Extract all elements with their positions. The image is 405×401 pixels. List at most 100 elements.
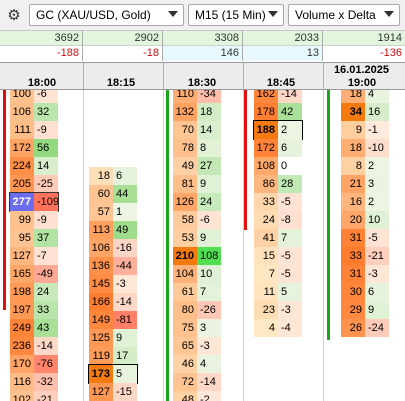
- footprint-row[interactable]: 172 6: [254, 139, 302, 157]
- footprint-row[interactable]: 18 6: [89, 167, 137, 185]
- footprint-row[interactable]: 15 -5: [254, 247, 302, 265]
- footprint-row[interactable]: 75 3: [173, 319, 221, 337]
- footprint-row[interactable]: 236 -14: [10, 337, 58, 355]
- footprint-row[interactable]: 106 32: [10, 103, 58, 121]
- footprint-row[interactable]: 31 -3: [341, 265, 389, 283]
- delta-cell: 8: [197, 139, 221, 157]
- footprint-row[interactable]: 111 -9: [10, 121, 58, 139]
- footprint-row[interactable]: 60 44: [89, 185, 137, 203]
- footprint-row[interactable]: 61 7: [173, 283, 221, 301]
- footprint-row[interactable]: 18 -10: [341, 139, 389, 157]
- footprint-row[interactable]: 18 4: [341, 90, 389, 103]
- volume-cell: 198: [10, 283, 34, 301]
- footprint-row[interactable]: 20 10: [341, 211, 389, 229]
- footprint-row[interactable]: 23 -3: [254, 301, 302, 319]
- footprint-row[interactable]: 95 37: [10, 229, 58, 247]
- footprint-row[interactable]: 4 -4: [254, 319, 302, 337]
- volume-cell: 78: [173, 139, 197, 157]
- footprint-row[interactable]: 205 -25: [10, 175, 58, 193]
- footprint-row[interactable]: 7 -5: [254, 265, 302, 283]
- footprint-row[interactable]: 70 14: [173, 121, 221, 139]
- footprint-row[interactable]: 57 1: [89, 203, 137, 221]
- footprint-row[interactable]: 166 -14: [89, 293, 137, 311]
- footprint-row[interactable]: 119 17: [89, 347, 137, 365]
- footprint-row[interactable]: 29 9: [341, 301, 389, 319]
- delta-cell: -3: [365, 265, 389, 283]
- footprint-row[interactable]: 104 10: [173, 265, 221, 283]
- footprint-row[interactable]: 165 -49: [10, 265, 58, 283]
- view-select[interactable]: Volume x Delta: [288, 4, 400, 26]
- footprint-row[interactable]: 86 28: [254, 175, 302, 193]
- volume-cell: 106: [89, 239, 113, 257]
- delta-cell: -6: [197, 211, 221, 229]
- footprint-row[interactable]: 197 33: [10, 301, 58, 319]
- footprint-row[interactable]: 277 -109: [9, 192, 59, 212]
- footprint-row[interactable]: 26 -24: [341, 319, 389, 337]
- footprint-row[interactable]: 41 7: [254, 229, 302, 247]
- footprint-row[interactable]: 113 49: [89, 221, 137, 239]
- footprint-row[interactable]: 110 -34: [173, 90, 221, 103]
- symbol-select[interactable]: GC (XAU/USD, Gold): [29, 4, 184, 26]
- footprint-row[interactable]: 249 43: [10, 319, 58, 337]
- footprint-row[interactable]: 9 -1: [341, 121, 389, 139]
- volume-cell: 249: [10, 319, 34, 337]
- delta-cell: -16: [113, 239, 137, 257]
- footprint-row[interactable]: 11 5: [254, 283, 302, 301]
- footprint-row[interactable]: 125 9: [89, 329, 137, 347]
- footprint-row[interactable]: 72 -14: [173, 373, 221, 391]
- footprint-row[interactable]: 149 -81: [89, 311, 137, 329]
- volume-cell: 11: [254, 283, 278, 301]
- delta-cell: -5: [278, 247, 302, 265]
- candle-bar: [244, 90, 247, 230]
- footprint-row[interactable]: 100 -6: [10, 90, 58, 103]
- footprint-row[interactable]: 21 3: [341, 175, 389, 193]
- footprint-row[interactable]: 188 2: [253, 120, 303, 140]
- delta-cell: -5: [365, 229, 389, 247]
- footprint-row[interactable]: 172 56: [10, 139, 58, 157]
- footprint-row[interactable]: 102 -21: [10, 391, 58, 401]
- summary-volume: 3308: [214, 32, 239, 44]
- footprint-row[interactable]: 162 -14: [254, 90, 302, 103]
- footprint-row[interactable]: 16 2: [341, 193, 389, 211]
- footprint-row[interactable]: 178 42: [254, 103, 302, 121]
- footprint-row[interactable]: 99 -9: [10, 211, 58, 229]
- footprint-row[interactable]: 106 -16: [89, 239, 137, 257]
- footprint-row[interactable]: 82: [341, 157, 389, 175]
- footprint-row[interactable]: 46 4: [173, 355, 221, 373]
- footprint-row[interactable]: 145 -3: [89, 275, 137, 293]
- footprint-row[interactable]: 198 24: [10, 283, 58, 301]
- delta-cell: 1: [113, 203, 137, 221]
- footprint-row[interactable]: 31 -5: [341, 229, 389, 247]
- footprint-row[interactable]: 108 0: [254, 157, 302, 175]
- volume-cell: 236: [10, 337, 34, 355]
- footprint-row[interactable]: 170 -76: [10, 355, 58, 373]
- footprint-row[interactable]: 127 -7: [10, 247, 58, 265]
- footprint-row[interactable]: 33 -5: [254, 193, 302, 211]
- footprint-row[interactable]: 33 -21: [341, 247, 389, 265]
- footprint-row[interactable]: 224 14: [10, 157, 58, 175]
- footprint-row[interactable]: 173 5: [88, 364, 138, 384]
- footprint-row[interactable]: 34 16: [341, 103, 389, 121]
- timeframe-select[interactable]: M15 (15 Min): [188, 4, 284, 26]
- footprint-row[interactable]: 127 -15: [89, 383, 137, 401]
- footprint-row[interactable]: 81 9: [173, 175, 221, 193]
- footprint-row[interactable]: 58 -6: [173, 211, 221, 229]
- footprint-row[interactable]: 80 -26: [173, 301, 221, 319]
- footprint-row[interactable]: 132 18: [173, 103, 221, 121]
- volume-cell: 60: [89, 185, 113, 203]
- footprint-row[interactable]: 126 24: [173, 193, 221, 211]
- summary-cell: 3692 -188: [0, 31, 83, 61]
- settings-icon[interactable]: ⚙: [3, 4, 25, 26]
- footprint-row[interactable]: 65 -3: [173, 337, 221, 355]
- footprint-row[interactable]: 30 6: [341, 283, 389, 301]
- footprint-row[interactable]: 48 -2: [173, 391, 221, 401]
- footprint-row[interactable]: 53 9: [173, 229, 221, 247]
- footprint-row[interactable]: 24 -8: [254, 211, 302, 229]
- footprint-row[interactable]: 116 -32: [10, 373, 58, 391]
- footprint-row[interactable]: 78 8: [173, 139, 221, 157]
- footprint-row[interactable]: 49 27: [173, 157, 221, 175]
- footprint-row[interactable]: 210 108: [173, 247, 221, 265]
- footprint-chart[interactable]: 100 -6 106 32 111 -9 172 56 224 14 205 -25 277 -109 99…: [0, 90, 405, 401]
- volume-cell: 33: [341, 247, 365, 265]
- footprint-row[interactable]: 136 -44: [89, 257, 137, 275]
